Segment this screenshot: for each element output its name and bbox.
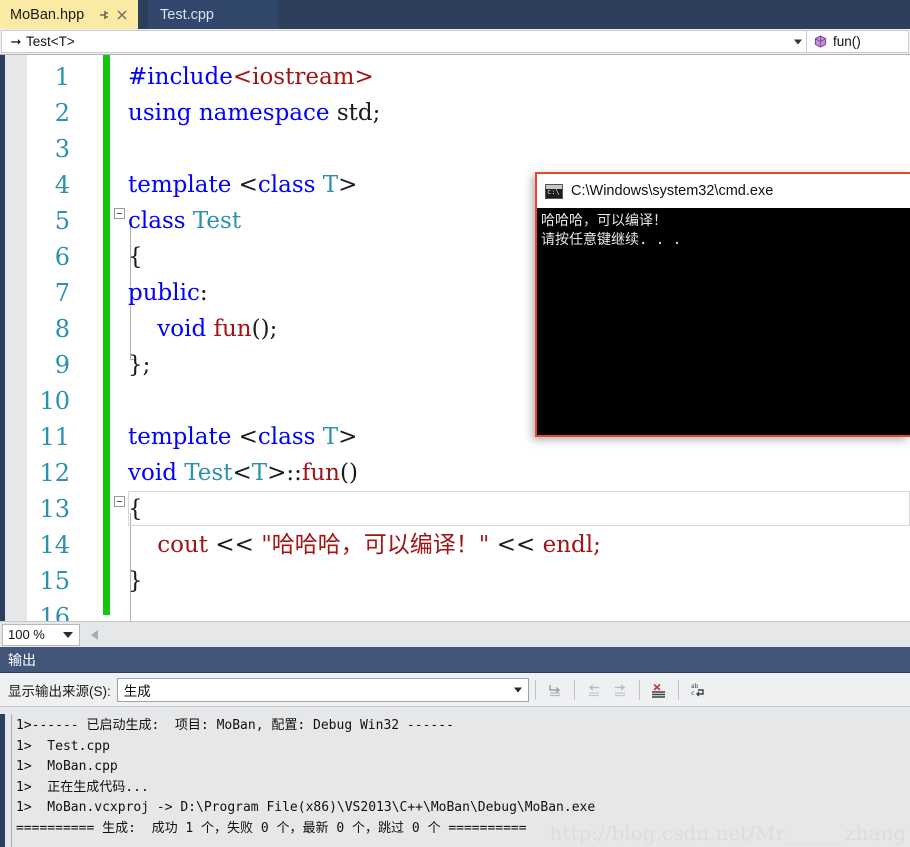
toolbar-separator bbox=[638, 679, 640, 700]
code-line-4[interactable]: template <class T> bbox=[128, 167, 357, 203]
clear-all-icon[interactable] bbox=[646, 677, 672, 703]
code-line-7[interactable]: public: bbox=[128, 275, 208, 311]
line-number: 10 bbox=[39, 387, 70, 415]
zoom-level-value: 100 % bbox=[8, 627, 45, 642]
method-icon bbox=[813, 34, 828, 49]
output-line: 1> MoBan.vcxproj -> D:\Program File(x86)… bbox=[16, 800, 596, 815]
code-line-15[interactable]: } bbox=[128, 563, 143, 599]
output-source-label: 显示输出来源(S): bbox=[8, 683, 111, 699]
code-line-1[interactable]: #include<iostream> bbox=[128, 59, 374, 95]
svg-text:c: c bbox=[691, 690, 695, 697]
line-number: 9 bbox=[54, 351, 70, 379]
previous-message-icon[interactable] bbox=[581, 677, 607, 703]
pin-icon[interactable] bbox=[96, 7, 112, 23]
code-line-12[interactable]: void Test<T>::fun() bbox=[128, 455, 358, 491]
scope-label: Test<T> bbox=[26, 34, 75, 49]
line-number: 7 bbox=[54, 279, 70, 307]
visual-studio-window: MoBan.hpp Test.cpp ➞ Test<T> fun() 1 2 3… bbox=[0, 0, 910, 847]
editor-change-bar bbox=[103, 55, 110, 615]
line-number: 5 bbox=[54, 207, 70, 235]
line-number: 14 bbox=[39, 531, 70, 559]
go-to-message-icon[interactable] bbox=[542, 677, 568, 703]
line-number: 1 bbox=[54, 63, 70, 91]
tab-label: Test.cpp bbox=[160, 6, 214, 23]
scope-dropdown[interactable]: ➞ Test<T> bbox=[1, 30, 807, 53]
toggle-word-wrap-icon[interactable]: ab c bbox=[685, 677, 711, 703]
output-panel-header: 输出 bbox=[0, 647, 910, 673]
code-line-9[interactable]: }; bbox=[128, 347, 150, 383]
code-line-8[interactable]: void fun(); bbox=[128, 311, 277, 347]
code-line-5[interactable]: class Test bbox=[128, 203, 241, 239]
scroll-left-arrow-icon[interactable] bbox=[86, 627, 102, 643]
output-line: 1> Test.cpp bbox=[16, 738, 110, 754]
line-number: 12 bbox=[39, 459, 70, 487]
close-icon[interactable] bbox=[114, 7, 130, 23]
line-number: 13 bbox=[39, 495, 70, 523]
editor-tab-strip: MoBan.hpp Test.cpp bbox=[0, 0, 910, 29]
output-panel-toolbar: 显示输出来源(S): 生成 ab c bbox=[0, 673, 910, 707]
code-line-11[interactable]: template <class T> bbox=[128, 419, 357, 455]
console-output: 哈哈哈，可以编译！ 请按任意键继续. . . bbox=[537, 208, 910, 435]
toolbar-separator bbox=[573, 679, 575, 700]
chevron-down-icon[interactable] bbox=[513, 687, 522, 692]
console-title-bar[interactable]: C:\Windows\system32\cmd.exe bbox=[537, 174, 910, 208]
navigation-bar: ➞ Test<T> fun() bbox=[0, 29, 910, 55]
member-dropdown[interactable]: fun() bbox=[807, 30, 909, 53]
code-line-13[interactable]: { bbox=[128, 491, 143, 527]
line-number: 8 bbox=[54, 315, 70, 343]
code-line-2[interactable]: using namespace std; bbox=[128, 95, 380, 131]
collapse-toggle-method[interactable] bbox=[114, 496, 125, 507]
output-source-dropdown[interactable]: 生成 bbox=[116, 677, 529, 702]
output-panel: 输出 显示输出来源(S): 生成 ab c 1>------ 已启动生成: 项目… bbox=[0, 647, 910, 847]
output-text-inner: 1>------ 已启动生成: 项目: MoBan, 配置: Debug Win… bbox=[11, 714, 910, 847]
line-number: 3 bbox=[54, 135, 70, 163]
zoom-level-dropdown[interactable]: 100 % bbox=[2, 623, 80, 646]
output-line: 1> MoBan.cpp bbox=[16, 759, 118, 774]
console-title-text: C:\Windows\system32\cmd.exe bbox=[571, 183, 774, 199]
line-number: 11 bbox=[39, 423, 70, 451]
toolbar-separator bbox=[534, 679, 536, 700]
chevron-down-icon[interactable] bbox=[63, 631, 73, 638]
code-line-14[interactable]: cout << "哈哈哈，可以编译！" << endl; bbox=[128, 527, 601, 563]
output-panel-title: 输出 bbox=[8, 651, 36, 668]
output-line: 1> 正在生成代码... bbox=[16, 779, 149, 795]
tab-test-cpp[interactable]: Test.cpp bbox=[148, 0, 278, 29]
tab-label: MoBan.hpp bbox=[10, 6, 85, 23]
output-line: 1>------ 已启动生成: 项目: MoBan, 配置: Debug Win… bbox=[16, 718, 454, 733]
line-number: 4 bbox=[54, 171, 70, 199]
editor-status-bar: 100 % bbox=[0, 621, 910, 647]
next-message-icon[interactable] bbox=[607, 677, 633, 703]
current-line-highlight bbox=[128, 491, 910, 526]
collapse-toggle-class[interactable] bbox=[114, 208, 125, 219]
line-number: 2 bbox=[54, 99, 70, 127]
cmd-console-window[interactable]: C:\Windows\system32\cmd.exe 哈哈哈，可以编译！ 请按… bbox=[535, 172, 910, 437]
cmd-icon bbox=[545, 183, 563, 199]
chevron-down-icon[interactable] bbox=[794, 39, 802, 44]
output-text-area[interactable]: 1>------ 已启动生成: 项目: MoBan, 配置: Debug Win… bbox=[0, 714, 910, 847]
svg-text:ab: ab bbox=[691, 683, 699, 690]
member-label: fun() bbox=[833, 34, 861, 49]
output-source-value: 生成 bbox=[123, 683, 151, 699]
output-line: ========== 生成: 成功 1 个，失败 0 个，最新 0 个，跳过 0… bbox=[16, 820, 527, 836]
line-number: 15 bbox=[39, 567, 70, 595]
line-number: 6 bbox=[54, 243, 70, 271]
code-line-6[interactable]: { bbox=[128, 239, 143, 275]
line-number: 16 bbox=[39, 603, 70, 621]
toolbar-separator bbox=[677, 679, 679, 700]
right-arrow-icon: ➞ bbox=[10, 33, 22, 49]
tab-moban-hpp[interactable]: MoBan.hpp bbox=[0, 0, 139, 29]
